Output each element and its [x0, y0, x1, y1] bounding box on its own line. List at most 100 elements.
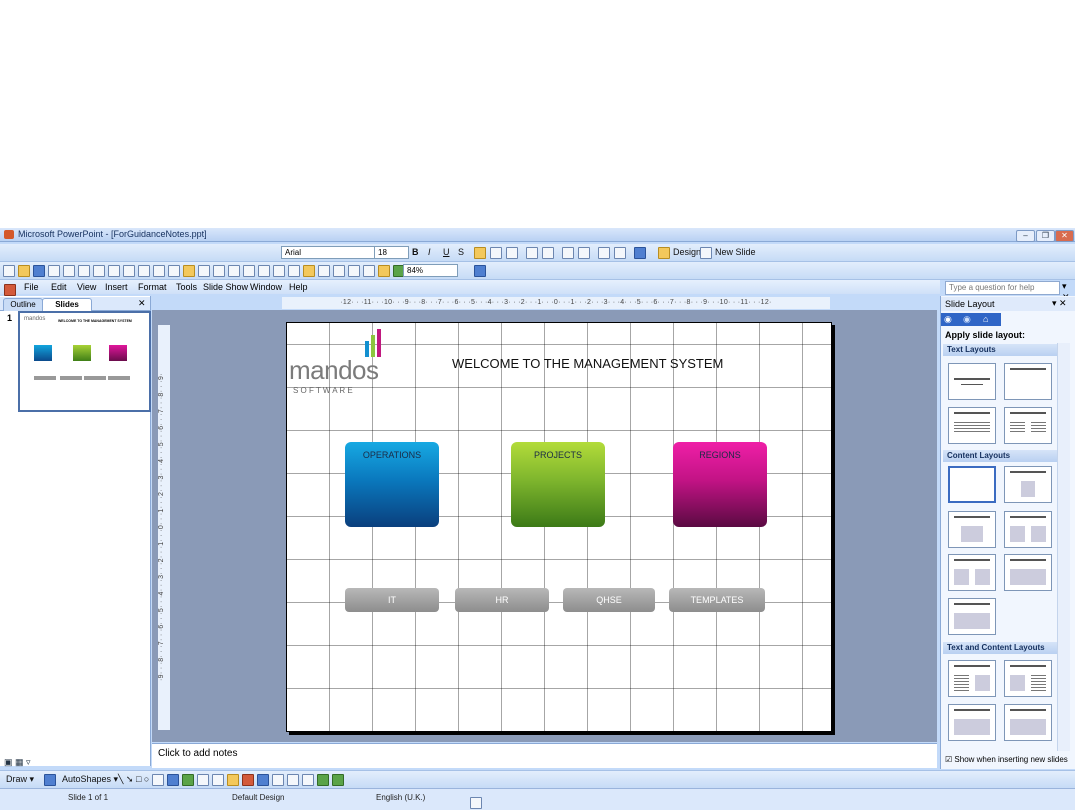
new-slide-button[interactable]: New Slide: [700, 244, 756, 261]
qhse-button[interactable]: QHSE: [563, 588, 655, 612]
apply-layout-label: Apply slide layout:: [945, 330, 1026, 340]
menu-insert[interactable]: Insert: [105, 282, 128, 292]
status-design: Default Design: [232, 793, 285, 802]
layout-title-text[interactable]: [948, 407, 996, 444]
logo-subtitle: S O F T W A R E: [293, 386, 353, 395]
slide-title[interactable]: WELCOME TO THE MANAGEMENT SYSTEM: [452, 356, 723, 371]
thumb-tile-operations: [34, 345, 52, 361]
italic-button[interactable]: I: [428, 244, 431, 261]
font-name-combo[interactable]: Arial: [281, 246, 376, 259]
projects-tile[interactable]: PROJECTS: [511, 442, 605, 527]
tab-slides[interactable]: Slides: [42, 298, 92, 311]
title-bar: Microsoft PowerPoint - [ForGuidanceNotes…: [0, 228, 1075, 242]
layout-title-only[interactable]: [1004, 363, 1052, 400]
align-right-icon[interactable]: [506, 244, 521, 261]
layout-text-two-content[interactable]: [948, 704, 996, 741]
new-icon[interactable]: [3, 262, 408, 279]
slide[interactable]: mandos S O F T W A R E WELCOME TO THE MA…: [286, 322, 832, 732]
decrease-font-icon[interactable]: [578, 244, 593, 261]
zoom-combo[interactable]: 84%: [403, 264, 458, 277]
vertical-ruler-ticks: ·9· · ·8· · ·7· · ·6· · ·5· · ·4· · ·3· …: [158, 373, 165, 682]
decrease-indent-icon[interactable]: [598, 244, 613, 261]
view-buttons[interactable]: ▣ ▦ ▿: [4, 757, 31, 768]
menu-file[interactable]: File: [24, 282, 39, 292]
thumb-tile-projects: [73, 345, 91, 361]
thumb-logo: mandos: [24, 316, 46, 322]
layout-title-content[interactable]: [948, 511, 996, 548]
show-layout-label: Show when inserting new slides: [954, 755, 1068, 764]
select-objects-icon[interactable]: [44, 771, 59, 788]
layout-text-content[interactable]: [948, 660, 996, 697]
vertical-ruler: ·9· · ·8· · ·7· · ·6· · ·5· · ·4· · ·3· …: [158, 325, 170, 730]
menu-tools[interactable]: Tools: [176, 282, 197, 292]
section-text-layouts: Text Layouts: [943, 344, 1059, 356]
logo-text: mandos: [289, 355, 379, 385]
layout-two-column-text[interactable]: [1004, 407, 1052, 444]
hr-button[interactable]: HR: [455, 588, 549, 612]
layout-content[interactable]: [1004, 466, 1052, 503]
help-icon[interactable]: [474, 262, 489, 279]
close-button[interactable]: ✕: [1055, 230, 1074, 242]
increase-indent-icon[interactable]: [614, 244, 629, 261]
task-pane-close-icon[interactable]: ▾ ✕: [1052, 298, 1067, 309]
increase-font-icon[interactable]: [562, 244, 577, 261]
minimize-button[interactable]: –: [1016, 230, 1035, 242]
restore-button[interactable]: ❐: [1036, 230, 1055, 242]
home-icon[interactable]: ⌂: [983, 314, 988, 324]
help-search-input[interactable]: Type a question for help: [945, 281, 1060, 295]
slide-number: 1: [7, 313, 13, 323]
layout-content-text[interactable]: [1004, 660, 1052, 697]
numbering-icon[interactable]: [526, 244, 541, 261]
task-pane-scrollbar[interactable]: [1057, 343, 1070, 751]
font-color-icon[interactable]: [634, 244, 649, 261]
menu-bar: File Edit View Insert Format Tools Slide…: [0, 280, 940, 296]
templates-button[interactable]: TEMPLATES: [669, 588, 765, 612]
regions-tile[interactable]: REGIONS: [673, 442, 767, 527]
status-language: English (U.K.): [376, 793, 426, 802]
thumb-title: WELCOME TO THE MANAGEMENT SYSTEM: [58, 319, 132, 323]
layout-title-slide[interactable]: [948, 363, 996, 400]
align-center-icon[interactable]: [490, 244, 505, 261]
back-icon[interactable]: ◉: [944, 314, 952, 325]
forward-icon[interactable]: ◉: [963, 314, 971, 325]
bullets-icon[interactable]: [542, 244, 557, 261]
font-size-combo[interactable]: 18: [374, 246, 409, 259]
underline-button[interactable]: U: [443, 244, 450, 261]
layout-title-content-two[interactable]: [948, 554, 996, 591]
shadow-button[interactable]: S: [458, 244, 464, 261]
bold-button[interactable]: B: [412, 244, 419, 261]
operations-tile[interactable]: OPERATIONS: [345, 442, 439, 527]
standard-toolbar: 84%: [0, 262, 1075, 280]
autoshapes-label: AutoShapes: [62, 774, 112, 784]
status-bar: Slide 1 of 1 Default Design English (U.K…: [0, 788, 1075, 810]
new-slide-label: New Slide: [715, 247, 756, 257]
design-button[interactable]: Design: [658, 244, 701, 261]
autoshapes-menu[interactable]: AutoShapes ▾: [62, 771, 118, 788]
layout-blank[interactable]: [948, 466, 996, 503]
align-left-icon[interactable]: [474, 244, 489, 261]
it-button[interactable]: IT: [345, 588, 439, 612]
layout-two-content-text[interactable]: [1004, 704, 1052, 741]
operations-label: OPERATIONS: [362, 450, 422, 460]
thumb-button-qhse: [84, 376, 106, 380]
draw-menu[interactable]: Draw ▾: [6, 771, 34, 788]
show-layout-checkbox[interactable]: ☑ Show when inserting new slides: [945, 755, 1068, 764]
menu-edit[interactable]: Edit: [51, 282, 67, 292]
shape-tools[interactable]: ╲ ➘ □ ○: [118, 771, 347, 788]
thumb-button-it: [34, 376, 56, 380]
slide-thumbnail[interactable]: mandos WELCOME TO THE MANAGEMENT SYSTEM: [18, 311, 151, 412]
menu-slide-show[interactable]: Slide Show: [203, 282, 248, 292]
menu-format[interactable]: Format: [138, 282, 167, 292]
pane-close-icon[interactable]: ✕: [138, 298, 146, 309]
notes-pane[interactable]: Click to add notes: [152, 743, 937, 768]
layout-four-content[interactable]: [948, 598, 996, 635]
layout-title-two-content[interactable]: [1004, 511, 1052, 548]
menu-view[interactable]: View: [77, 282, 96, 292]
menu-help[interactable]: Help: [289, 282, 308, 292]
menu-window[interactable]: Window: [250, 282, 282, 292]
thumb-button-templates: [108, 376, 130, 380]
window-title: Microsoft PowerPoint - [ForGuidanceNotes…: [18, 229, 207, 239]
tab-outline[interactable]: Outline: [3, 298, 43, 311]
drawing-toolbar: Draw ▾ AutoShapes ▾ ╲ ➘ □ ○: [0, 770, 1075, 788]
layout-title-four-content[interactable]: [1004, 554, 1052, 591]
